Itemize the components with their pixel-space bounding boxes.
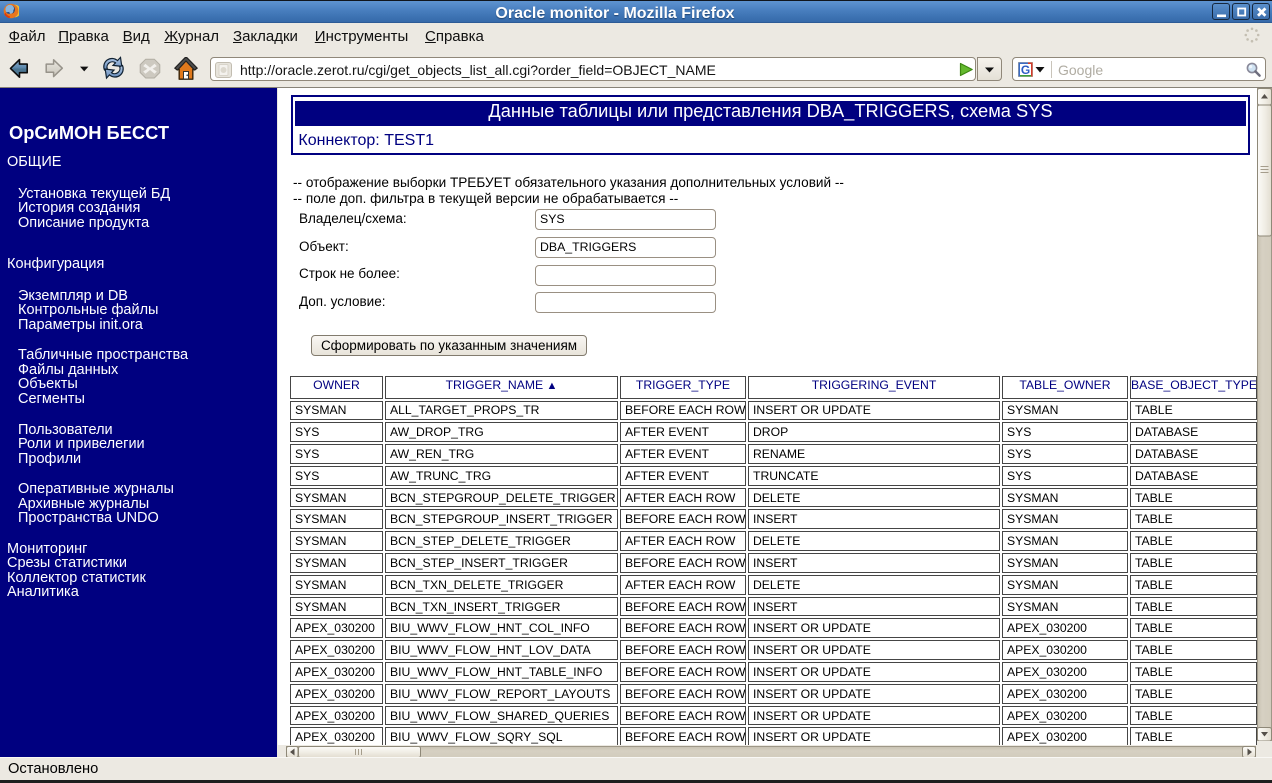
svg-text:G: G	[1021, 63, 1030, 77]
